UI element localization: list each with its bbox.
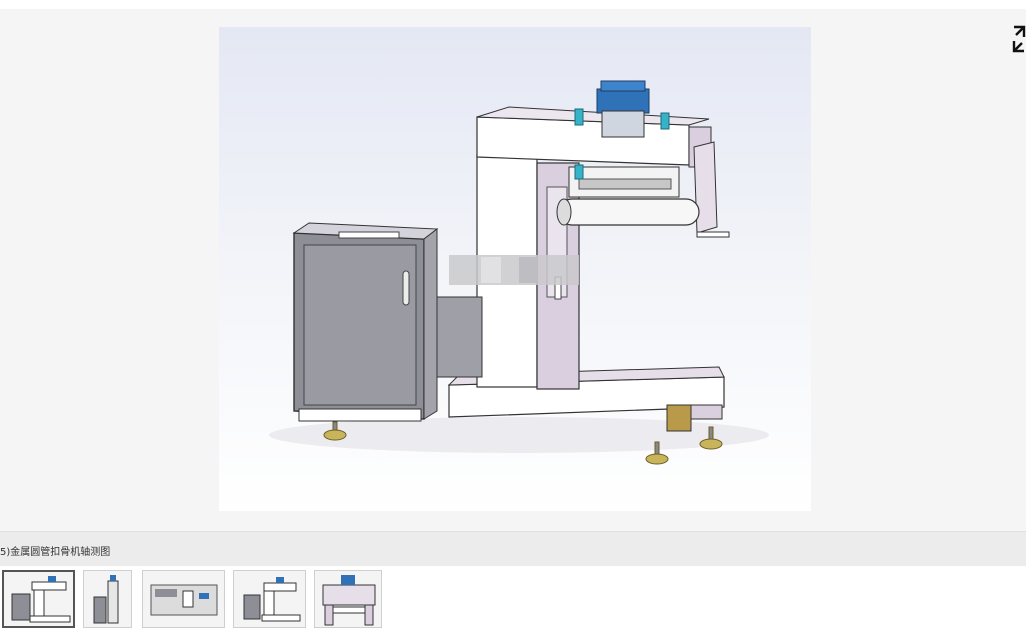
thumb-isometric-view-icon (11, 576, 71, 623)
caption-bar: 5)金属圆管扣骨机轴测图 (0, 531, 1026, 566)
thumbnail-5[interactable] (314, 570, 382, 628)
machine-render-icon (269, 80, 769, 465)
thumbnail-strip (0, 568, 1026, 632)
thumb-detail-view-icon (322, 575, 376, 626)
image-caption: 5)金属圆管扣骨机轴测图 (0, 547, 111, 558)
fullscreen-button[interactable] (1012, 24, 1026, 54)
thumbnail-3[interactable] (142, 570, 225, 628)
main-image[interactable] (219, 27, 811, 511)
thumbnail-4[interactable] (233, 570, 306, 628)
thumb-control-panel-icon (150, 584, 218, 616)
image-viewer (0, 9, 1026, 531)
thumbnail-1[interactable] (2, 570, 75, 628)
thumb-front-view-icon (243, 577, 301, 622)
thumbnail-2[interactable] (83, 570, 132, 628)
expand-icon (1012, 25, 1026, 53)
thumb-side-view-icon (93, 575, 119, 624)
